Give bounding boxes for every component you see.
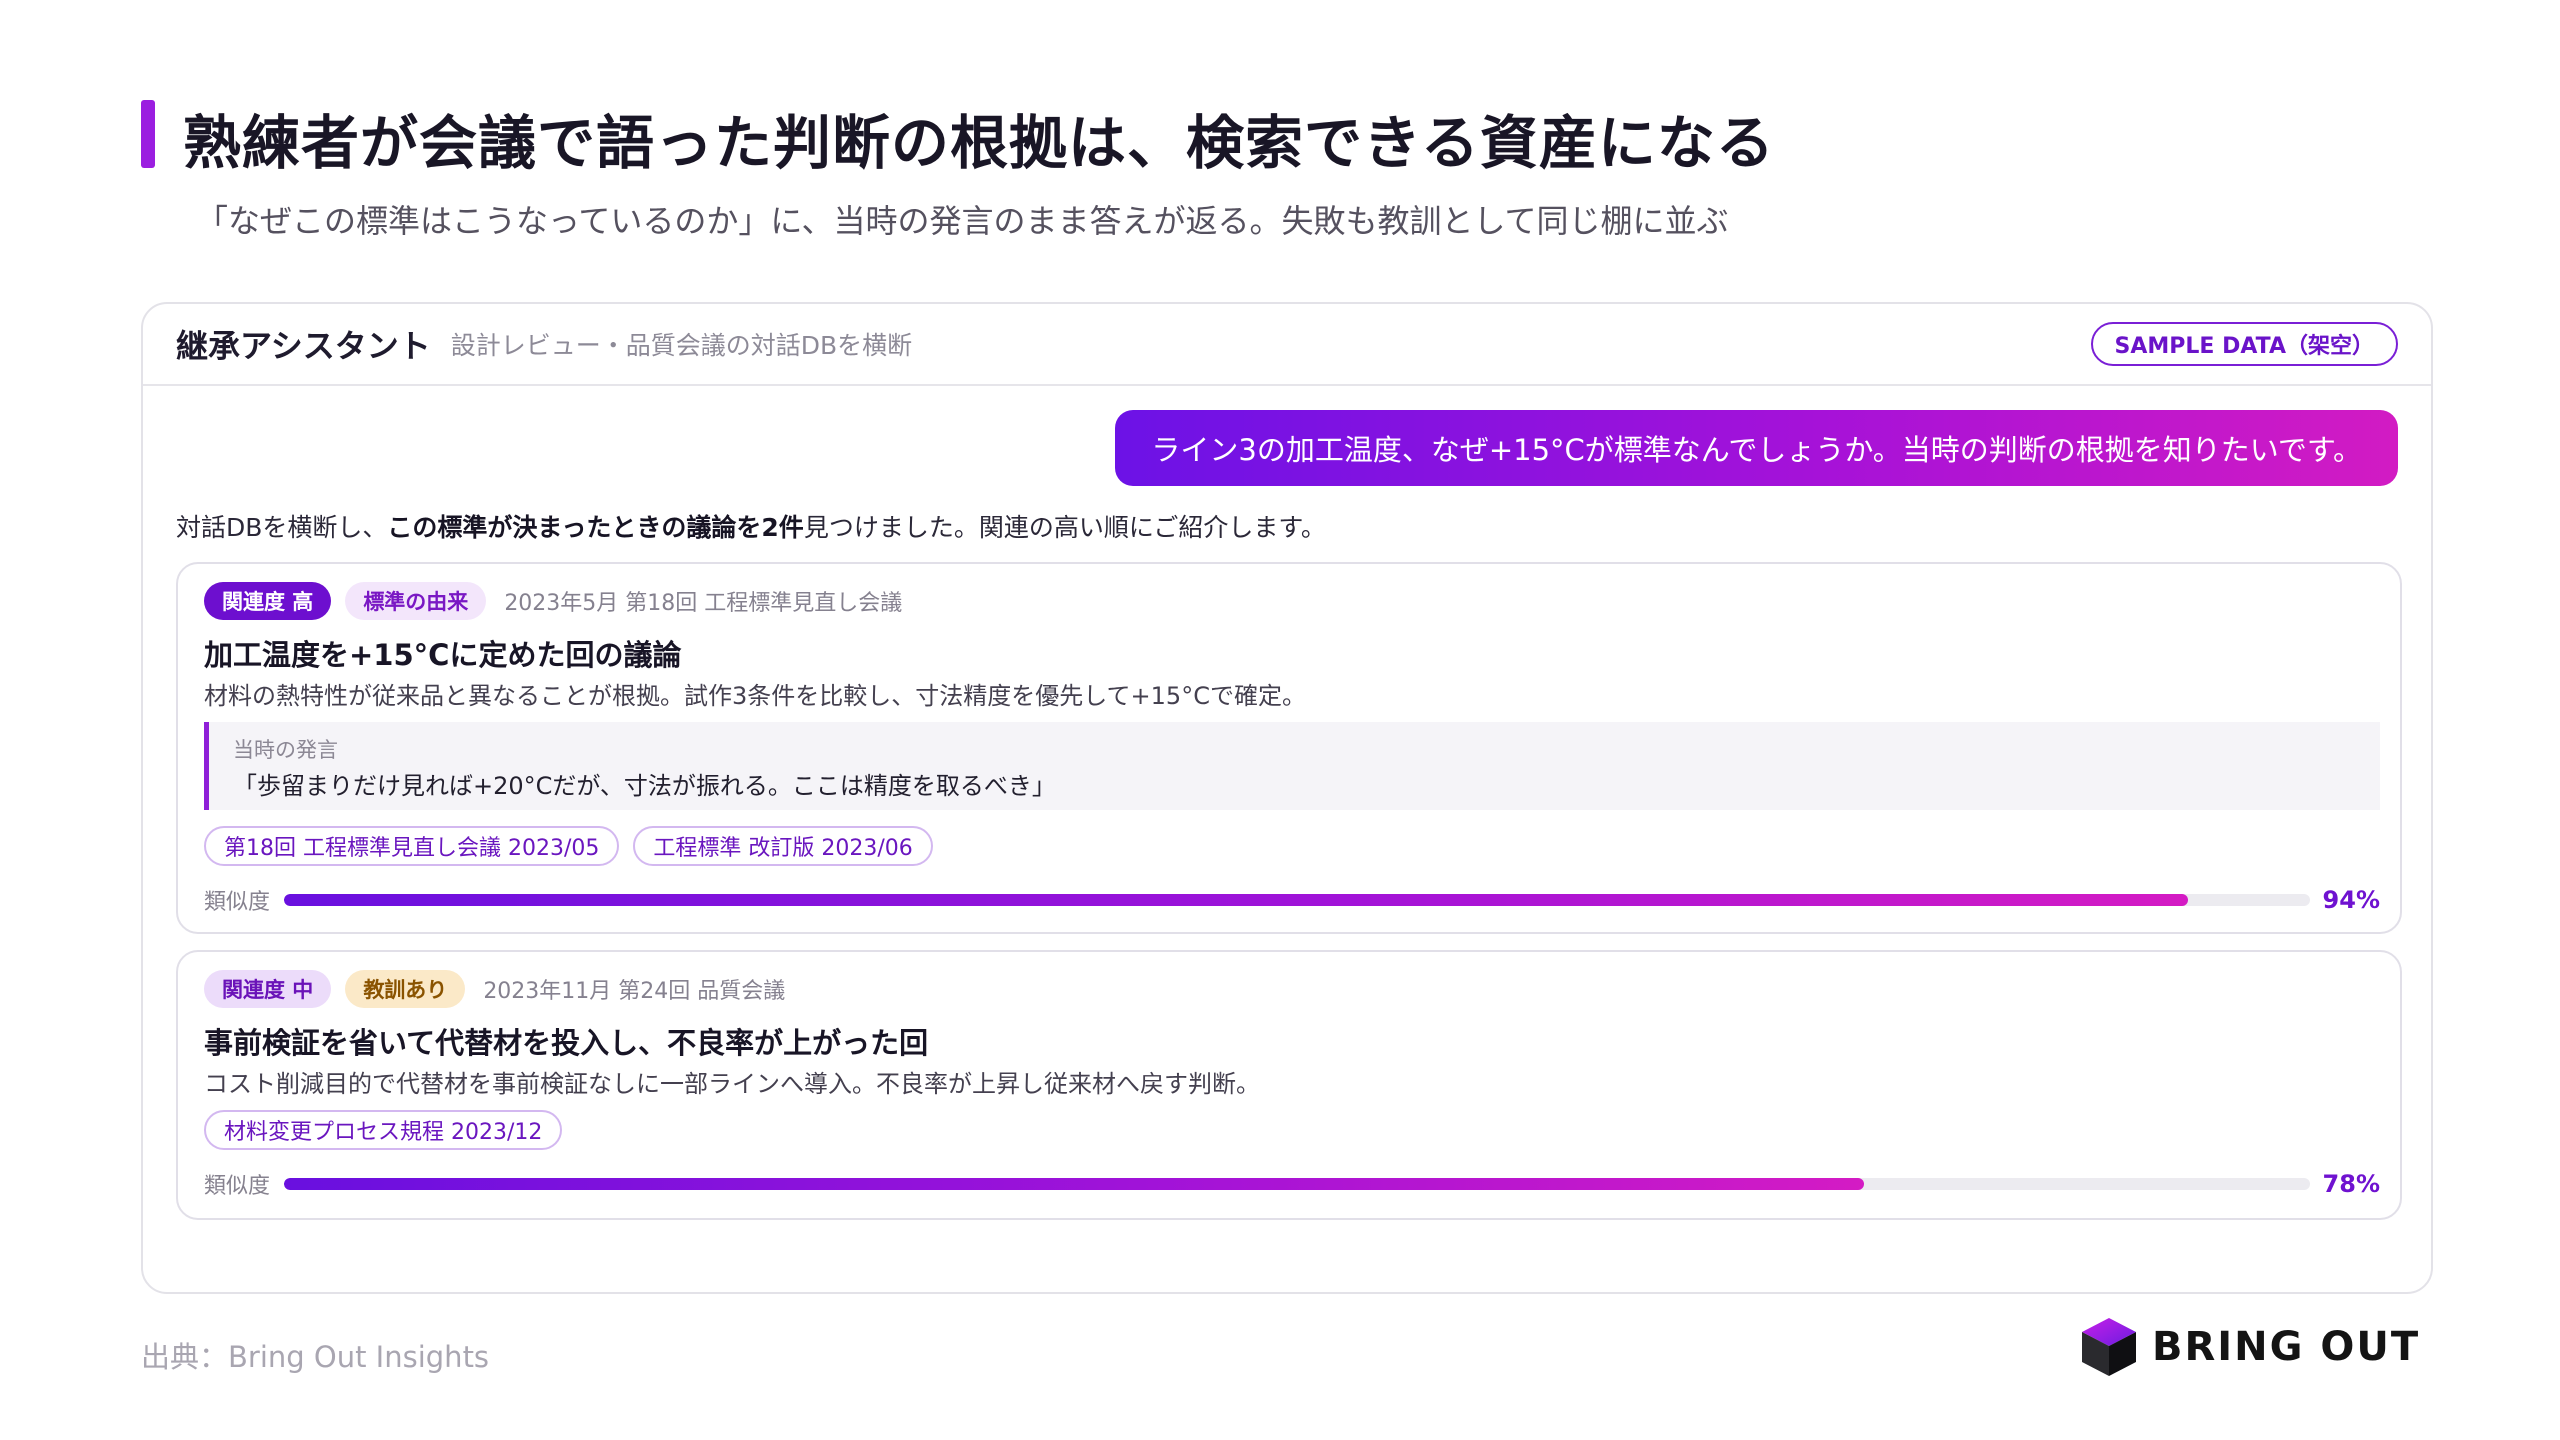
- user-message-bubble: ライン3の加工温度、なぜ+15°Cが標準なんでしょうか。当時の判断の根拠を知りた…: [1115, 410, 2398, 486]
- category-tag: 標準の由来: [345, 582, 487, 620]
- source-credit: 出典：Bring Out Insights: [141, 1340, 490, 1374]
- title-accent-bar: [141, 100, 155, 168]
- similarity-label: 類似度: [204, 1174, 271, 1199]
- assistant-answer: 対話DBを横断し、この標準が決まったときの議論を2件見つけました。関連の高い順に…: [176, 508, 1326, 544]
- page-title: 熟練者が会議で語った判断の根拠は、検索できる資産になる: [183, 109, 1775, 177]
- logo-text: BRING OUT: [2152, 1324, 2421, 1370]
- similarity-bar: [284, 894, 2310, 906]
- meeting-info: 2023年11月 第24回 品質会議: [483, 979, 786, 1004]
- answer-prefix: 対話DBを横断し、: [176, 513, 388, 542]
- relevance-tag: 関連度 中: [204, 970, 332, 1008]
- reference-list: 材料変更プロセス規程 2023/12: [204, 1110, 576, 1150]
- result-description: コスト削減目的で代替材を事前検証なしに一部ラインへ導入。不良率が上昇し従来材へ戻…: [204, 1070, 1260, 1098]
- relevance-tag: 関連度 高: [204, 582, 332, 620]
- result-title: 事前検証を省いて代替材を投入し、不良率が上がった回: [204, 1026, 929, 1060]
- answer-emphasis: この標準が決まったときの議論を2件: [387, 513, 804, 542]
- result-card[interactable]: 関連度 中 教訓あり 2023年11月 第24回 品質会議 事前検証を省いて代替…: [176, 950, 2402, 1220]
- quote-label: 当時の発言: [233, 738, 338, 762]
- result-meta: 関連度 中 教訓あり 2023年11月 第24回 品質会議: [204, 970, 785, 1008]
- meeting-info: 2023年5月 第18回 工程標準見直し会議: [504, 591, 903, 616]
- cube-logo-icon: [2082, 1318, 2136, 1376]
- result-meta: 関連度 高 標準の由来 2023年5月 第18回 工程標準見直し会議: [204, 582, 902, 620]
- similarity-value: 78%: [2322, 1170, 2380, 1198]
- reference-chip[interactable]: 材料変更プロセス規程 2023/12: [204, 1110, 563, 1150]
- similarity-row: 類似度 94%: [204, 882, 2380, 918]
- quote-text: 「歩留まりだけ見れば+20°Cだが、寸法が振れる。ここは精度を取るべき」: [233, 772, 1056, 800]
- reference-chip[interactable]: 工程標準 改訂版 2023/06: [633, 826, 933, 866]
- brand-logo: BRING OUT: [2080, 1316, 2420, 1378]
- quote-block: 当時の発言 「歩留まりだけ見れば+20°Cだが、寸法が振れる。ここは精度を取るべ…: [204, 722, 2380, 810]
- sample-data-badge: SAMPLE DATA（架空）: [2090, 322, 2398, 366]
- result-card[interactable]: 関連度 高 標準の由来 2023年5月 第18回 工程標準見直し会議 加工温度を…: [176, 562, 2402, 934]
- category-tag: 教訓あり: [345, 970, 466, 1008]
- assistant-panel: 継承アシスタント 設計レビュー・品質会議の対話DBを横断 SAMPLE DATA…: [141, 302, 2433, 1294]
- answer-suffix: 見つけました。関連の高い順にご紹介します。: [803, 513, 1326, 542]
- page-subtitle: 「なぜこの標準はこうなっているのか」に、当時の発言のまま答えが返る。失敗も教訓と…: [196, 202, 1729, 240]
- similarity-fill: [284, 894, 2189, 906]
- slide: 熟練者が会議で語った判断の根拠は、検索できる資産になる 「なぜこの標準はこうなっ…: [0, 0, 2560, 1440]
- result-description: 材料の熱特性が従来品と異なることが根拠。試作3条件を比較し、寸法精度を優先して+…: [204, 682, 1306, 710]
- similarity-value: 94%: [2322, 886, 2380, 914]
- panel-title: 継承アシスタント: [176, 327, 431, 365]
- similarity-row: 類似度 78%: [204, 1166, 2380, 1202]
- panel-subtitle: 設計レビュー・品質会議の対話DBを横断: [450, 331, 913, 360]
- similarity-fill: [284, 1178, 1865, 1190]
- similarity-label: 類似度: [204, 890, 271, 915]
- result-title: 加工温度を+15°Cに定めた回の議論: [204, 638, 682, 672]
- panel-header: 継承アシスタント 設計レビュー・品質会議の対話DBを横断 SAMPLE DATA…: [143, 304, 2431, 386]
- reference-list: 第18回 工程標準見直し会議 2023/05 工程標準 改訂版 2023/06: [204, 826, 947, 866]
- reference-chip[interactable]: 第18回 工程標準見直し会議 2023/05: [204, 826, 620, 866]
- similarity-bar: [284, 1178, 2310, 1190]
